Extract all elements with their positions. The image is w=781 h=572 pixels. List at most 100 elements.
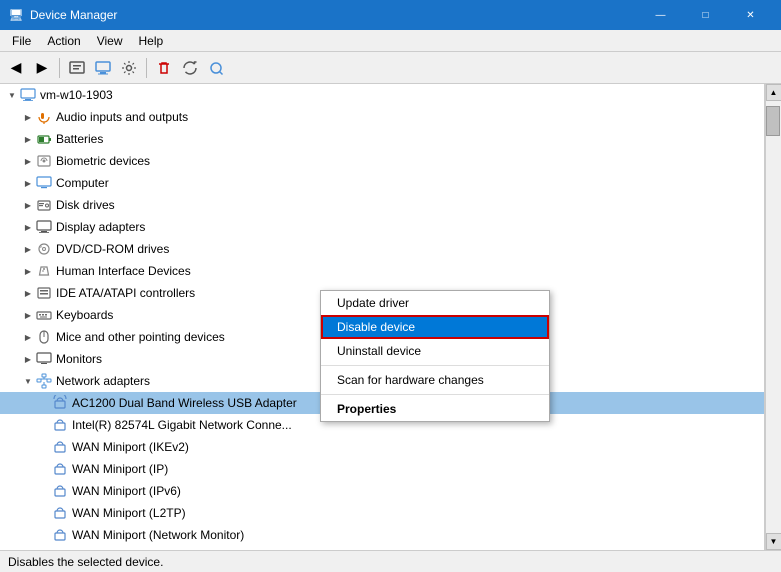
ctx-properties[interactable]: Properties [321,397,549,421]
status-text: Disables the selected device. [8,555,163,569]
monitors-label: Monitors [56,352,102,366]
tree-item-computer[interactable]: ▶ Computer [0,172,764,194]
wan-icon-pppoe [52,549,68,550]
ctx-uninstall-device[interactable]: Uninstall device [321,339,549,363]
scroll-thumb[interactable] [766,106,780,136]
display-icon [36,219,52,235]
wan-ip-label: WAN Miniport (IP) [72,462,168,476]
close-button[interactable]: ✕ [728,0,773,30]
biometric-label: Biometric devices [56,154,150,168]
expand-audio[interactable]: ▶ [20,109,36,125]
tree-item-wan-pppoe[interactable]: ▶ WAN Miniport (PPPOE) [0,546,764,550]
scroll-up[interactable]: ▲ [766,84,781,101]
biometric-icon [36,153,52,169]
back-button[interactable]: ◀ [4,56,28,80]
display-label: Display adapters [56,220,145,234]
scroll-track[interactable] [766,101,781,533]
ctx-update-driver[interactable]: Update driver [321,291,549,315]
expand-biometric[interactable]: ▶ [20,153,36,169]
menu-bar: File Action View Help [0,30,781,52]
tree-item-wan-l2tp[interactable]: ▶ WAN Miniport (L2TP) [0,502,764,524]
disk-label: Disk drives [56,198,115,212]
tree-item-wan-nm[interactable]: ▶ WAN Miniport (Network Monitor) [0,524,764,546]
expand-computer[interactable]: ▶ [20,175,36,191]
tree-item-audio[interactable]: ▶ Audio inputs and outputs [0,106,764,128]
dvd-icon [36,241,52,257]
tree-item-batteries[interactable]: ▶ Batteries [0,128,764,150]
wan-icon-ikev2 [52,439,68,455]
computer-label: Computer [56,176,109,190]
expand-batteries[interactable]: ▶ [20,131,36,147]
keyboard-icon [36,307,52,323]
tree-item-biometric[interactable]: ▶ Biometric devices [0,150,764,172]
ctx-scan-hardware[interactable]: Scan for hardware changes [321,368,549,392]
audio-label: Audio inputs and outputs [56,110,188,124]
window-controls: — □ ✕ [638,0,773,30]
expand-monitors[interactable]: ▶ [20,351,36,367]
context-menu: Update driver Disable device Uninstall d… [320,290,550,422]
status-bar: Disables the selected device. [0,550,781,572]
expand-hid[interactable]: ▶ [20,263,36,279]
tree-root[interactable]: ▼ vm-w10-1903 [0,84,764,106]
computer2-icon [36,175,52,191]
keyboard-label: Keyboards [56,308,113,322]
dvd-label: DVD/CD-ROM drives [56,242,169,256]
computer-icon-btn[interactable] [91,56,115,80]
batteries-label: Batteries [56,132,103,146]
expand-disk[interactable]: ▶ [20,197,36,213]
ctx-sep-1 [321,365,549,366]
menu-action[interactable]: Action [39,30,88,51]
ctx-sep-2 [321,394,549,395]
minimize-button[interactable]: — [638,0,683,30]
network-icon [36,373,52,389]
tree-item-hid[interactable]: ▶ Human Interface Devices [0,260,764,282]
tree-item-wan-ip[interactable]: ▶ WAN Miniport (IP) [0,458,764,480]
settings-button[interactable] [117,56,141,80]
expand-network[interactable]: ▼ [20,373,36,389]
wan-nm-label: WAN Miniport (Network Monitor) [72,528,244,542]
expand-ide[interactable]: ▶ [20,285,36,301]
wan-icon-nm [52,527,68,543]
menu-help[interactable]: Help [131,30,172,51]
tree-item-wan-ikev2[interactable]: ▶ WAN Miniport (IKEv2) [0,436,764,458]
expand-dvd[interactable]: ▶ [20,241,36,257]
maximize-button[interactable]: □ [683,0,728,30]
hid-label: Human Interface Devices [56,264,191,278]
ac1200-label: AC1200 Dual Band Wireless USB Adapter [72,396,297,410]
wan-icon-l2tp [52,505,68,521]
delete-button[interactable] [152,56,176,80]
expand-keyboard[interactable]: ▶ [20,307,36,323]
expand-display[interactable]: ▶ [20,219,36,235]
scan-button[interactable] [204,56,228,80]
tree-item-wan-ipv6[interactable]: ▶ WAN Miniport (IPv6) [0,480,764,502]
computer-icon [20,87,36,103]
title-bar: 🖥 Device Manager — □ ✕ [0,0,781,30]
properties-button[interactable] [65,56,89,80]
mice-label: Mice and other pointing devices [56,330,225,344]
scrollbar[interactable]: ▲ ▼ [765,84,781,550]
expand-root[interactable]: ▼ [4,87,20,103]
scroll-down[interactable]: ▼ [766,533,781,550]
refresh-button[interactable] [178,56,202,80]
wan-ikev2-label: WAN Miniport (IKEv2) [72,440,189,454]
window-title: Device Manager [30,8,638,22]
forward-button[interactable]: ▶ [30,56,54,80]
expand-mice[interactable]: ▶ [20,329,36,345]
network-label: Network adapters [56,374,150,388]
toolbar: ◀ ▶ [0,52,781,84]
intel-label: Intel(R) 82574L Gigabit Network Conne... [72,418,292,432]
tree-item-display[interactable]: ▶ Display adapters [0,216,764,238]
wan-icon-ip [52,461,68,477]
menu-file[interactable]: File [4,30,39,51]
menu-view[interactable]: View [89,30,131,51]
audio-icon [36,109,52,125]
battery-icon [36,131,52,147]
toolbar-sep-2 [146,58,147,78]
tree-item-disk[interactable]: ▶ Disk drives [0,194,764,216]
wan-icon-ac1200 [52,395,68,411]
tree-item-dvd[interactable]: ▶ DVD/CD-ROM drives [0,238,764,260]
app-icon: 🖥 [8,7,24,23]
disk-icon [36,197,52,213]
wan-icon-intel [52,417,68,433]
ctx-disable-device[interactable]: Disable device [321,315,549,339]
